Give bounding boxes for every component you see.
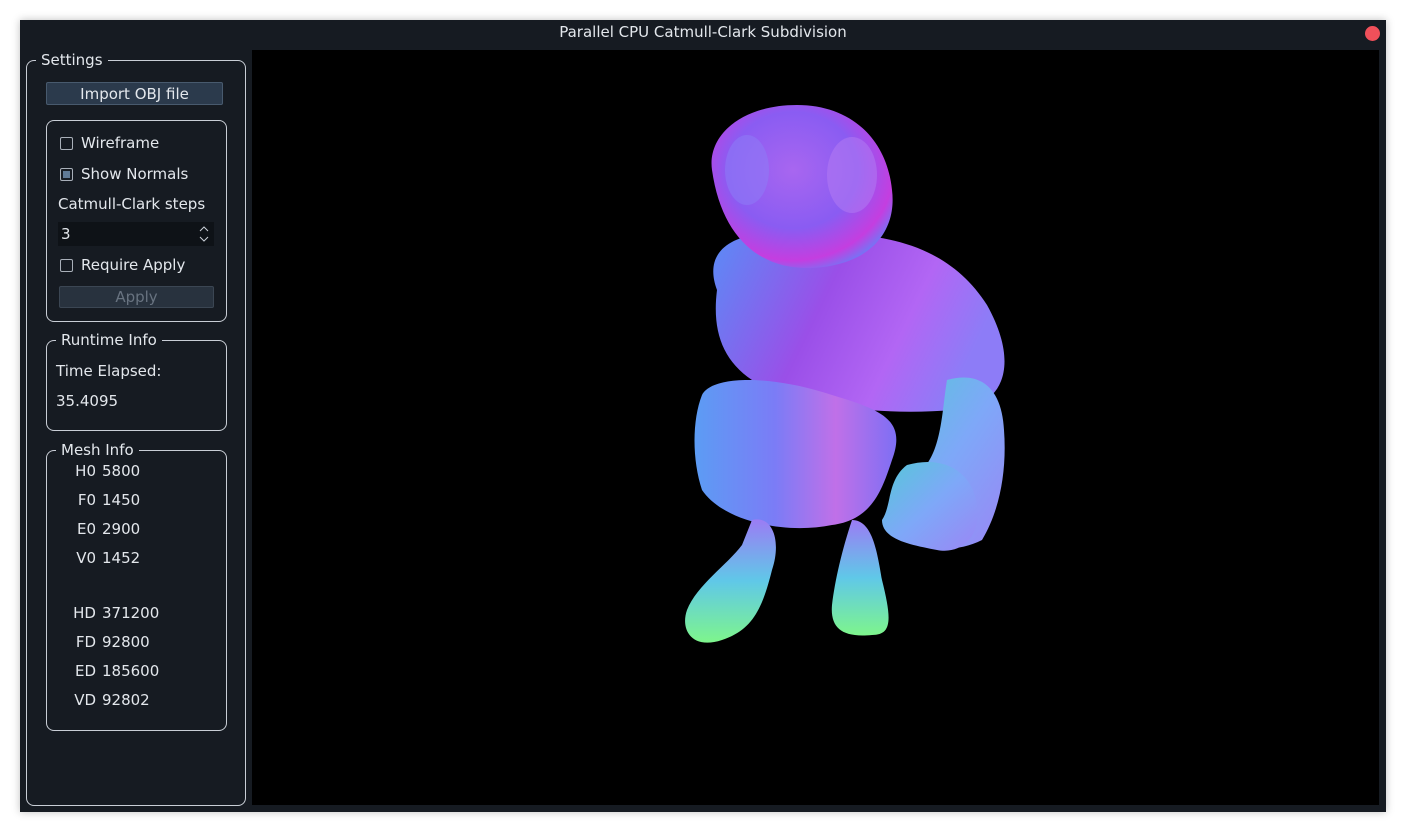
mesh-info-value: 92800 <box>102 633 150 651</box>
show-normals-checkbox-row[interactable]: Show Normals <box>60 164 188 184</box>
mesh-info-value: 5800 <box>102 462 141 480</box>
wireframe-label: Wireframe <box>81 134 160 152</box>
app-window: Parallel CPU Catmull-Clark Subdivision S… <box>20 20 1386 812</box>
steps-label: Catmull-Clark steps <box>58 195 206 213</box>
mesh-info-key: E0 <box>76 520 96 538</box>
mesh-info-key: H0 <box>75 462 96 480</box>
mesh-info-key: HD <box>73 604 96 622</box>
settings-group-title: Settings <box>36 51 108 69</box>
require-apply-checkbox[interactable] <box>60 258 73 272</box>
title-bar[interactable]: Parallel CPU Catmull-Clark Subdivision <box>20 20 1386 50</box>
require-apply-label: Require Apply <box>81 256 186 274</box>
mesh-info-key: F0 <box>77 491 96 509</box>
mesh-left-eye <box>725 135 769 205</box>
mesh-info-value: 1450 <box>102 491 141 509</box>
mesh-info-key: VD <box>74 691 96 709</box>
mesh-info-value: 185600 <box>102 662 160 680</box>
show-normals-checkbox[interactable] <box>60 167 73 181</box>
mesh-info-value: 371200 <box>102 604 160 622</box>
close-icon[interactable] <box>1365 26 1380 41</box>
mesh-info-value: 92802 <box>102 691 150 709</box>
steps-value: 3 <box>61 225 71 243</box>
wireframe-checkbox-row[interactable]: Wireframe <box>60 133 159 153</box>
runtime-info-group: Runtime Info <box>46 331 227 431</box>
mesh-info-key: V0 <box>76 549 96 567</box>
steps-spinbox[interactable]: 3 <box>58 222 214 246</box>
window-title: Parallel CPU Catmull-Clark Subdivision <box>559 23 847 41</box>
time-elapsed-label: Time Elapsed: <box>56 362 162 380</box>
mesh-info-title: Mesh Info <box>56 441 139 459</box>
show-normals-label: Show Normals <box>81 165 189 183</box>
normal-shaded-mesh <box>685 105 1005 643</box>
mesh-info-key: FD <box>75 633 96 651</box>
mesh-right-foot <box>831 520 889 636</box>
chevron-down-icon[interactable] <box>198 234 210 245</box>
mesh-info-value: 1452 <box>102 549 141 567</box>
3d-viewport[interactable] <box>252 50 1379 805</box>
mesh-info-key: ED <box>74 662 96 680</box>
runtime-info-title: Runtime Info <box>56 331 162 349</box>
mesh-left-foot <box>685 519 776 643</box>
mesh-right-eye <box>827 137 877 213</box>
apply-button[interactable]: Apply <box>59 286 214 308</box>
mesh-info-value: 2900 <box>102 520 141 538</box>
require-apply-checkbox-row[interactable]: Require Apply <box>60 255 185 275</box>
import-obj-button[interactable]: Import OBJ file <box>46 82 223 105</box>
wireframe-checkbox[interactable] <box>60 136 73 150</box>
time-elapsed-value: 35.4095 <box>56 392 119 410</box>
chevron-up-icon[interactable] <box>198 223 210 234</box>
